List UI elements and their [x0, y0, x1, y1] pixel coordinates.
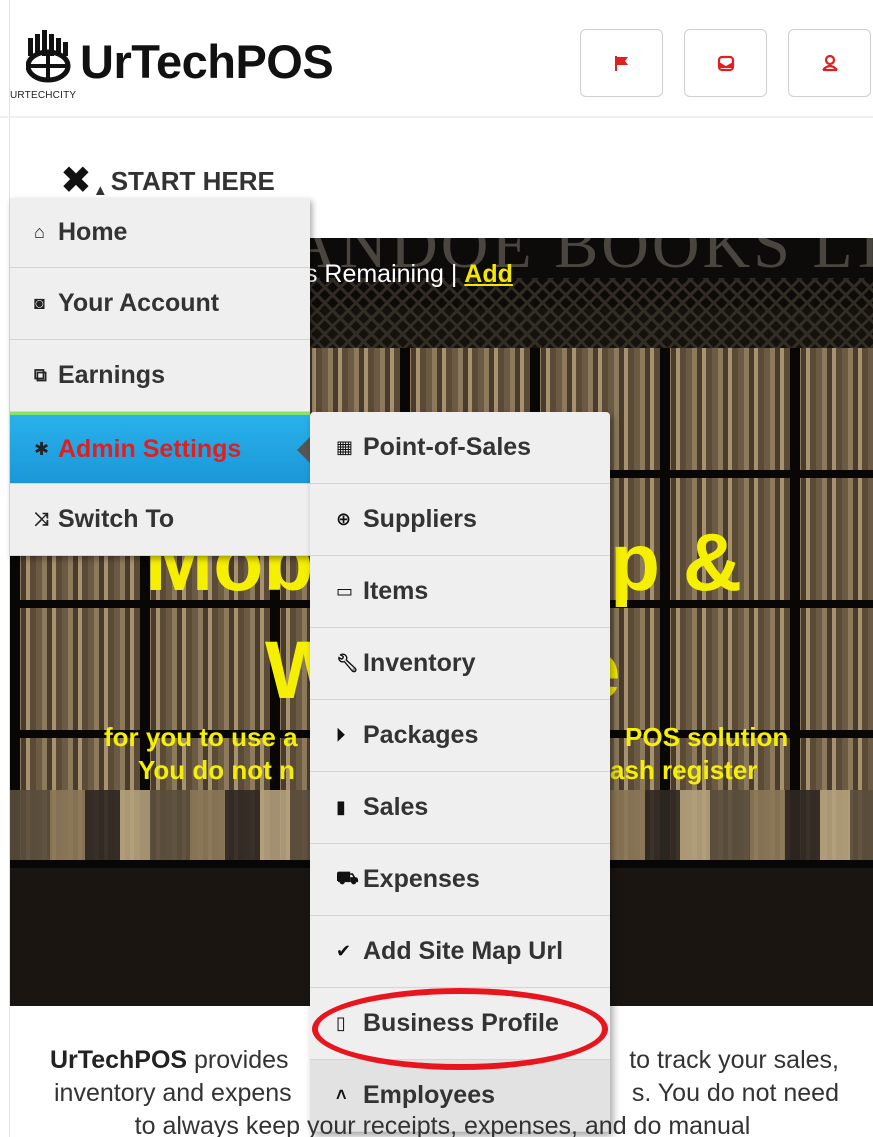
- side-item-admin-settings[interactable]: ✱ Admin Settings: [10, 412, 310, 484]
- admin-settings-submenu: ▦ Point-of-Sales ⊕ Suppliers ▭ Items 🔧︎ …: [310, 412, 610, 1132]
- submenu-item-packages[interactable]: ⏵ Packages: [310, 700, 610, 772]
- side-menu: ⌂ Home ◙ Your Account ⧉ Earnings ✱ Admin…: [10, 198, 310, 556]
- intro-line-3: to always keep your receipts, expenses, …: [134, 1112, 751, 1137]
- hero-sub-2-left: You do not n: [138, 755, 295, 785]
- submenu-item-label: Suppliers: [363, 505, 477, 533]
- close-icon: ✖: [60, 160, 92, 202]
- brand-subtitle: URTECHCITY: [10, 90, 77, 101]
- submenu-item-sales[interactable]: ▮ Sales: [310, 772, 610, 844]
- keyboard-icon: ▦: [336, 437, 354, 457]
- intro-line-2-right: s. You do not need: [631, 1079, 839, 1107]
- account-icon: ◙: [34, 293, 45, 313]
- hero-title-1-right: p &: [610, 517, 743, 608]
- shuffle-icon: ⤨: [34, 509, 49, 529]
- intro-line-2: inventory and expens s. You do not need: [30, 1077, 855, 1110]
- side-item-label: Admin Settings: [58, 434, 242, 463]
- credits-text: ts Remaining |: [298, 260, 465, 288]
- play-circle-icon: ⏵: [336, 725, 345, 745]
- submenu-item-label: Expenses: [363, 865, 480, 893]
- intro-line-1: UrTechPOS provides to track your sales,: [30, 1044, 855, 1077]
- submenu-item-label: Add Site Map Url: [363, 937, 564, 965]
- submenu-pointer-icon: [297, 437, 310, 463]
- side-item-label: Your Account: [58, 289, 220, 317]
- check-circle-icon: ✔: [336, 941, 352, 961]
- add-credits-link[interactable]: Add: [464, 260, 513, 288]
- submenu-item-label: Inventory: [363, 649, 476, 677]
- intro-brand: UrTechPOS: [50, 1046, 188, 1074]
- brand-name[interactable]: UrTechPOS: [80, 34, 334, 89]
- side-item-switch-to[interactable]: ⤨ Switch To: [10, 484, 310, 556]
- briefcase-icon: ▯: [336, 1013, 346, 1033]
- inbox-icon: [717, 55, 734, 72]
- submenu-item-items[interactable]: ▭ Items: [310, 556, 610, 628]
- submenu-item-point-of-sales[interactable]: ▦ Point-of-Sales: [310, 412, 610, 484]
- hero-sub-1-left: for you to use a: [104, 722, 298, 752]
- intro-paragraph: UrTechPOS provides to track your sales, …: [30, 1044, 855, 1137]
- submenu-item-inventory[interactable]: 🔧︎ Inventory: [310, 628, 610, 700]
- home-icon: ⌂: [34, 222, 45, 242]
- flag-button[interactable]: [580, 29, 663, 97]
- submenu-item-suppliers[interactable]: ⊕ Suppliers: [310, 484, 610, 556]
- credits-line: ts Remaining | Add: [298, 260, 513, 289]
- side-item-label: Home: [58, 218, 128, 246]
- submenu-item-label: Business Profile: [363, 1009, 559, 1037]
- earnings-icon: ⧉: [34, 365, 47, 385]
- start-here-toggle[interactable]: ✖ ▲ START HERE: [60, 162, 275, 200]
- caret-up-icon: ▲: [92, 181, 108, 199]
- side-item-home[interactable]: ⌂ Home: [10, 198, 310, 268]
- intro-line-1-right: to track your sales,: [629, 1046, 839, 1074]
- submenu-item-add-site-map-url[interactable]: ✔ Add Site Map Url: [310, 916, 610, 988]
- logo-icon: [26, 30, 71, 83]
- side-item-label: Earnings: [58, 361, 165, 389]
- side-item-label: Switch To: [58, 505, 175, 533]
- cart-icon: ⛟: [336, 867, 359, 888]
- tag-icon: ▭: [336, 581, 354, 601]
- app-header: UrTechPOS URTECHCITY: [0, 0, 873, 118]
- submenu-item-label: Sales: [363, 793, 429, 821]
- flag-icon: [614, 56, 628, 71]
- start-here-label: START HERE: [110, 165, 275, 196]
- side-item-earnings[interactable]: ⧉ Earnings: [10, 340, 310, 412]
- submenu-item-label: Point-of-Sales: [363, 433, 532, 461]
- intro-line-1-left: provides: [187, 1046, 289, 1074]
- user-button[interactable]: [788, 29, 871, 97]
- side-item-your-account[interactable]: ◙ Your Account: [10, 268, 310, 340]
- messages-button[interactable]: [684, 29, 767, 97]
- gear-icon: ✱: [34, 438, 50, 459]
- hero-sub-1-right: POS solution: [625, 722, 789, 752]
- hero-sub-2-right: ash register: [610, 755, 758, 785]
- wrench-icon: 🔧︎: [336, 653, 359, 673]
- submenu-item-label: Items: [363, 577, 429, 605]
- submenu-item-expenses[interactable]: ⛟ Expenses: [310, 844, 610, 916]
- intro-line-2-left: inventory and expens: [54, 1079, 292, 1107]
- plus-circle-icon: ⊕: [336, 509, 352, 529]
- submenu-item-label: Packages: [363, 721, 479, 749]
- book-icon: ▮: [336, 797, 346, 817]
- user-icon: [821, 54, 838, 72]
